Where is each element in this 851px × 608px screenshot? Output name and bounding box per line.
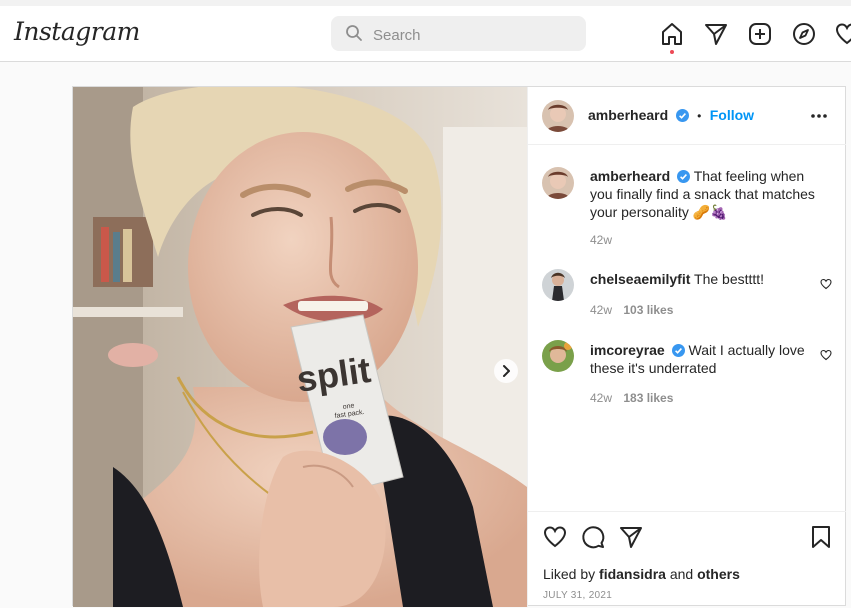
comment-text: The bestttt! xyxy=(694,271,765,287)
top-navigation-bar: Instagram xyxy=(0,0,851,62)
chevron-right-icon xyxy=(503,365,510,377)
comment-imcoreyrae: imcoreyrae Wait I actually love these it… xyxy=(590,341,812,377)
home-icon[interactable] xyxy=(659,21,685,47)
explore-icon[interactable] xyxy=(791,21,817,47)
verified-badge-icon xyxy=(677,170,691,183)
comment-username[interactable]: imcoreyrae xyxy=(590,342,665,358)
share-icon[interactable] xyxy=(618,524,644,550)
post-actions: Liked by fidansidra and others JULY 31, … xyxy=(528,511,846,608)
post-photo[interactable]: split one fast pack. xyxy=(73,87,527,607)
post-image: split one fast pack. xyxy=(73,87,527,607)
author-username[interactable]: amberheard xyxy=(588,107,668,123)
caption-avatar[interactable] xyxy=(542,167,574,199)
verified-badge-icon xyxy=(675,109,689,122)
post-card: split one fast pack. amberheard • Follow xyxy=(72,86,846,608)
next-photo-button[interactable] xyxy=(494,359,518,383)
more-options-icon[interactable] xyxy=(810,113,828,119)
search-box[interactable] xyxy=(331,16,586,51)
liked-by-prefix: Liked by xyxy=(543,566,596,582)
comment-like-icon[interactable] xyxy=(820,278,832,290)
follow-button[interactable]: Follow xyxy=(710,107,754,123)
comment-username[interactable]: chelseaemilyfit xyxy=(590,271,690,287)
liked-by: Liked by fidansidra and others xyxy=(543,566,740,582)
search-icon xyxy=(346,25,362,41)
comment-avatar-imcoreyrae[interactable] xyxy=(542,340,574,372)
caption-username[interactable]: amberheard xyxy=(590,168,670,184)
comment-icon[interactable] xyxy=(580,524,606,550)
comment-time[interactable]: 42w xyxy=(590,303,612,317)
new-post-icon[interactable] xyxy=(747,21,773,47)
author-avatar[interactable] xyxy=(542,100,574,132)
separator-dot: • xyxy=(697,109,702,123)
liked-by-others[interactable]: others xyxy=(697,566,740,582)
post-details-panel: amberheard • Follow amberheard That feel… xyxy=(527,87,846,608)
post-date[interactable]: JULY 31, 2021 xyxy=(543,590,612,601)
liked-by-and: and xyxy=(669,566,694,582)
comment-meta: 42w 183 likes xyxy=(590,391,673,405)
save-icon[interactable] xyxy=(808,524,834,550)
comment-chelseaemilyfit: chelseaemilyfit The bestttt! xyxy=(590,270,810,288)
instagram-logo[interactable]: Instagram xyxy=(14,17,140,46)
activity-icon[interactable] xyxy=(834,21,851,47)
comment-like-icon[interactable] xyxy=(820,349,832,361)
liked-by-user[interactable]: fidansidra xyxy=(599,566,666,582)
comment-likes[interactable]: 103 likes xyxy=(623,303,673,317)
post-header: amberheard • Follow xyxy=(528,87,846,145)
comment-meta: 42w 103 likes xyxy=(590,303,673,317)
comment-time[interactable]: 42w xyxy=(590,391,612,405)
like-icon[interactable] xyxy=(542,524,568,550)
home-active-indicator xyxy=(670,50,674,54)
direct-icon[interactable] xyxy=(703,21,729,47)
browser-edge xyxy=(0,0,851,6)
caption: amberheard That feeling when you finally… xyxy=(590,167,826,221)
comment-avatar-chelseaemilyfit[interactable] xyxy=(542,269,574,301)
caption-time[interactable]: 42w xyxy=(590,233,612,247)
comment-likes[interactable]: 183 likes xyxy=(623,391,673,405)
search-input[interactable] xyxy=(371,24,575,46)
verified-badge-icon xyxy=(671,344,685,357)
